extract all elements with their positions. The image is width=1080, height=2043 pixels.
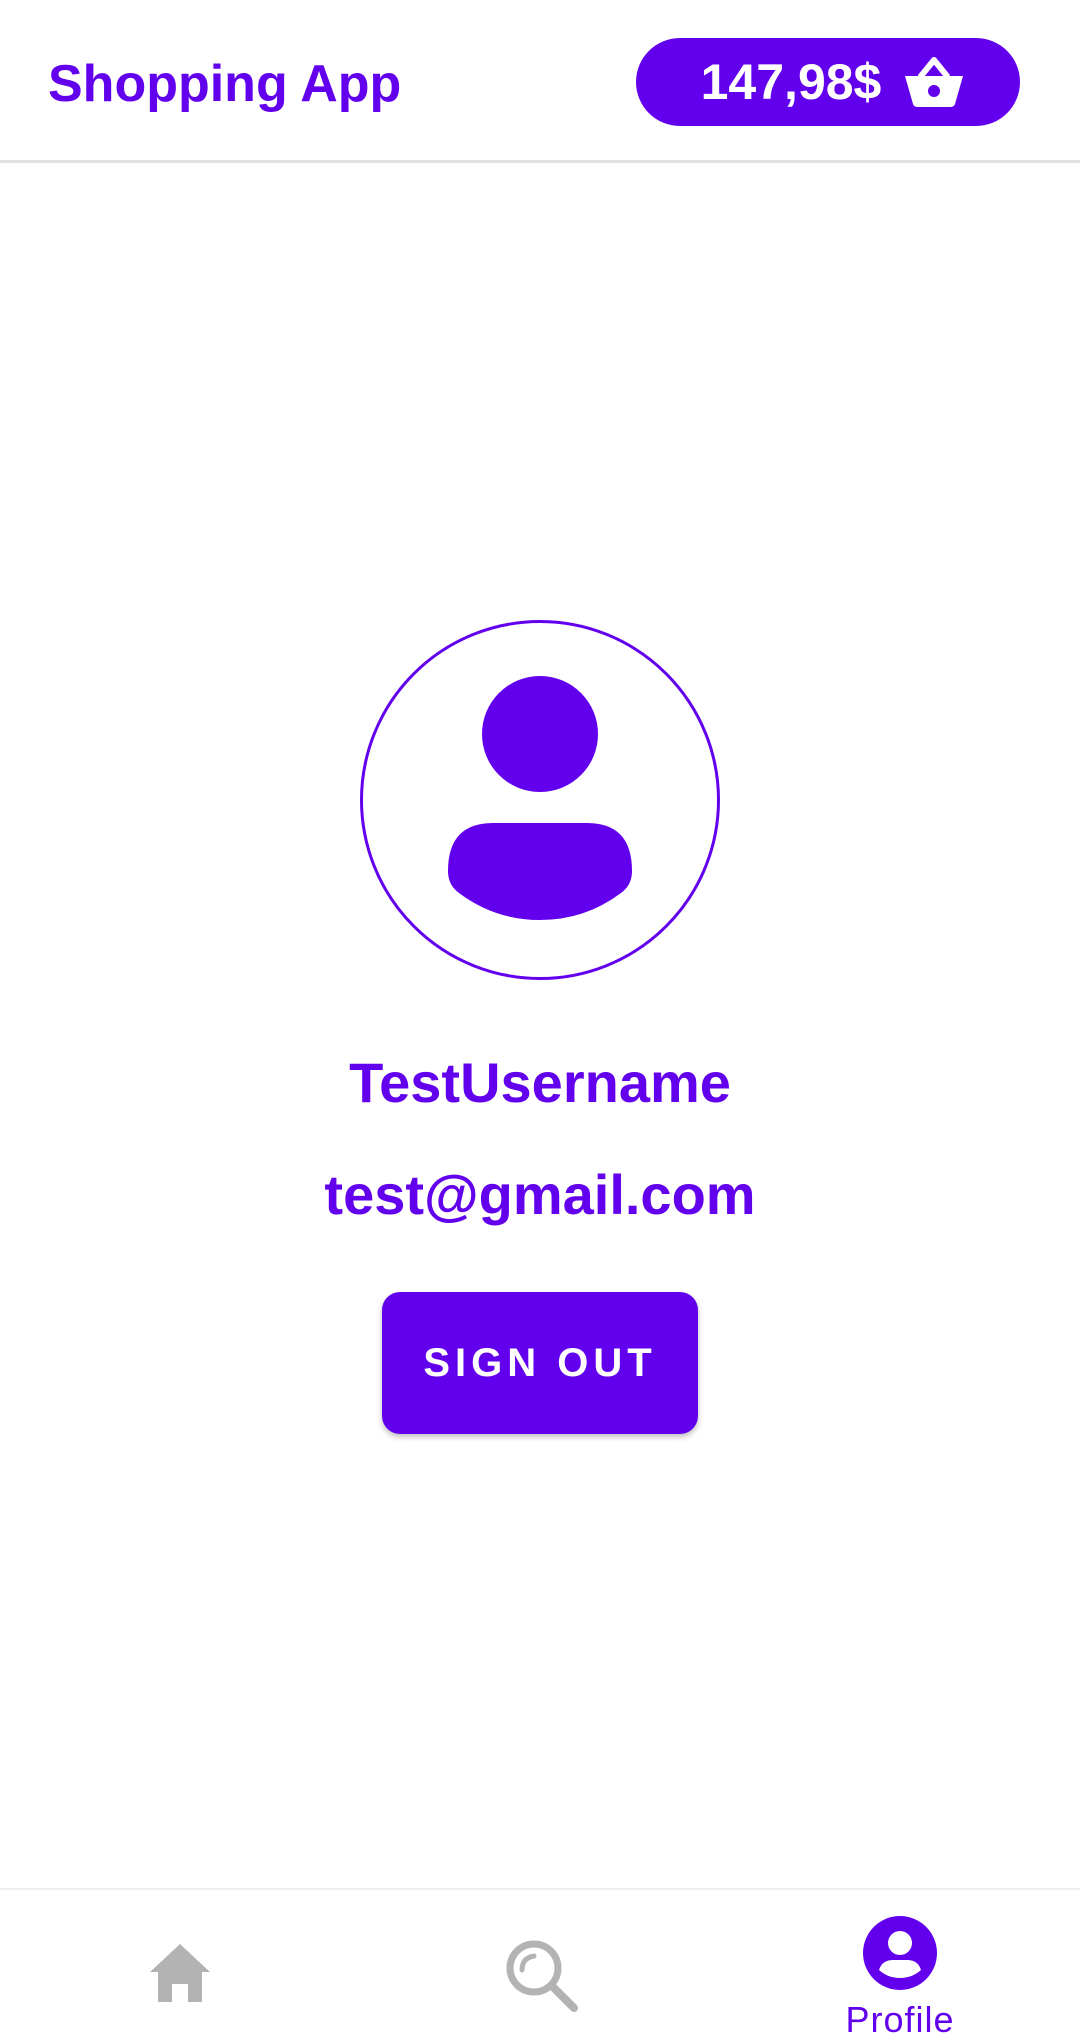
nav-item-profile[interactable]: Profile — [720, 1890, 1080, 2043]
nav-item-home[interactable] — [0, 1890, 360, 2043]
cart-button[interactable]: 147,98$ — [636, 38, 1020, 126]
home-icon — [150, 1944, 210, 2002]
search-icon — [506, 1940, 578, 2012]
person-icon — [448, 676, 632, 920]
sign-out-label: SIGN OUT — [423, 1340, 657, 1385]
top-app-bar: Shopping App 147,98$ — [0, 0, 1080, 163]
avatar — [360, 620, 720, 980]
app-title: Shopping App — [48, 55, 402, 113]
nav-item-search[interactable] — [360, 1890, 720, 2043]
basket-icon — [903, 56, 965, 108]
nav-label-profile: Profile — [845, 1999, 955, 2040]
profile-icon — [863, 1916, 937, 1990]
bottom-navigation: Profile — [0, 1888, 1080, 2043]
username: TestUsername — [349, 1051, 731, 1114]
email: test@gmail.com — [324, 1163, 756, 1226]
sign-out-button[interactable]: SIGN OUT — [382, 1292, 698, 1434]
cart-total: 147,98$ — [700, 54, 882, 110]
profile-screen: Shopping App 147,98$ TestUsername test@g… — [0, 0, 1080, 2043]
